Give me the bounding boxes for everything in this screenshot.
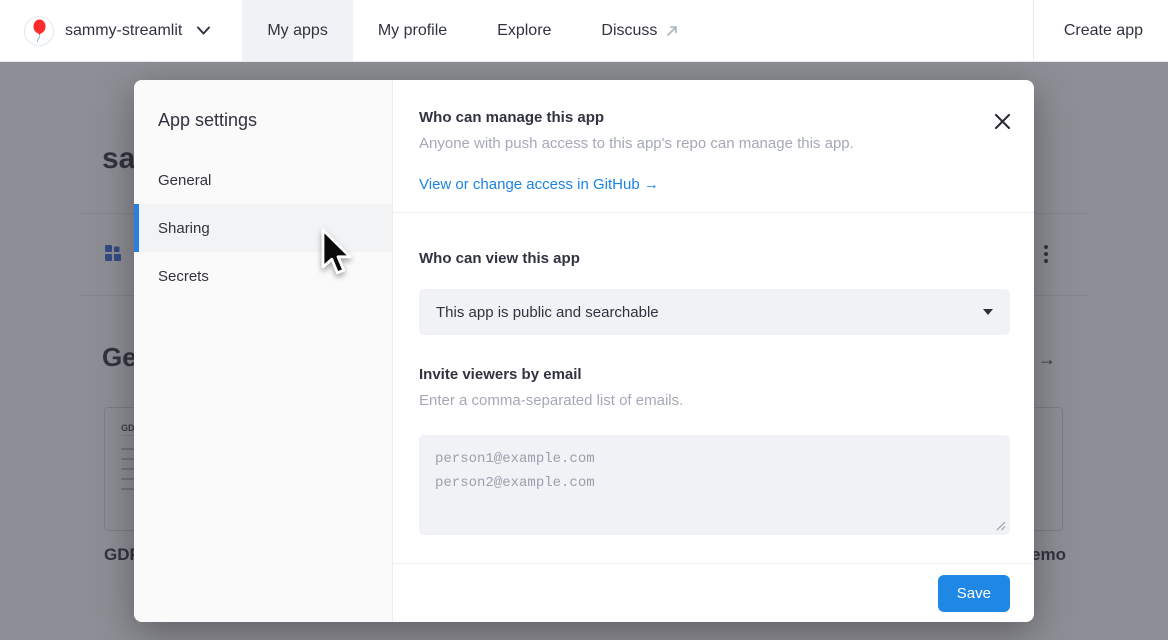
close-icon[interactable] xyxy=(991,110,1013,132)
textarea-placeholder-line: person2@example.com xyxy=(435,471,994,495)
resize-grip-icon[interactable] xyxy=(996,521,1006,531)
modal-footer: Save xyxy=(393,563,1034,622)
settings-nav-label: Secrets xyxy=(158,268,209,285)
caret-down-icon xyxy=(983,309,993,315)
nav-tab-my-apps[interactable]: My apps xyxy=(242,0,352,61)
nav-tab-my-profile[interactable]: My profile xyxy=(353,0,472,61)
settings-nav-label: General xyxy=(158,172,211,189)
manage-access-section: Who can manage this app Anyone with push… xyxy=(393,80,1034,213)
mouse-cursor xyxy=(320,228,354,278)
invite-heading: Invite viewers by email xyxy=(419,366,1010,383)
workspace-selector[interactable]: sammy-streamlit xyxy=(0,0,210,61)
app-settings-sidebar: App settings General Sharing Secrets xyxy=(134,80,393,622)
save-button[interactable]: Save xyxy=(938,575,1010,612)
sharing-settings-panel: Who can manage this app Anyone with push… xyxy=(393,80,1034,622)
view-heading: Who can view this app xyxy=(419,250,1010,267)
modal-title: App settings xyxy=(134,80,392,131)
workspace-name: sammy-streamlit xyxy=(65,22,182,40)
nav-tabs: My apps My profile Explore Discuss xyxy=(242,0,704,61)
invite-description: Enter a comma-separated list of emails. xyxy=(419,392,1010,409)
manage-description: Anyone with push access to this app's re… xyxy=(419,135,964,152)
visibility-dropdown[interactable]: This app is public and searchable xyxy=(419,289,1010,335)
view-access-section: Who can view this app This app is public… xyxy=(393,213,1034,563)
settings-nav-general[interactable]: General xyxy=(134,156,392,204)
workspace-avatar xyxy=(24,16,54,46)
nav-tab-label: Discuss xyxy=(601,22,657,40)
nav-tab-label: My apps xyxy=(267,22,327,40)
top-navigation-bar: sammy-streamlit My apps My profile Explo… xyxy=(0,0,1168,62)
external-link-icon xyxy=(665,24,679,38)
settings-nav-label: Sharing xyxy=(158,220,210,237)
visibility-dropdown-value: This app is public and searchable xyxy=(436,304,659,321)
invite-emails-textarea[interactable]: person1@example.com person2@example.com xyxy=(419,435,1010,535)
nav-tab-label: My profile xyxy=(378,22,447,40)
nav-tab-explore[interactable]: Explore xyxy=(472,0,576,61)
textarea-placeholder-line: person1@example.com xyxy=(435,447,994,471)
create-app-label: Create app xyxy=(1064,22,1143,40)
balloon-icon xyxy=(31,19,48,43)
nav-tab-discuss[interactable]: Discuss xyxy=(576,0,704,61)
manage-heading: Who can manage this app xyxy=(419,109,964,126)
create-app-button[interactable]: Create app xyxy=(1033,0,1168,61)
github-access-link[interactable]: View or change access in GitHub → xyxy=(419,176,659,193)
chevron-down-icon[interactable] xyxy=(197,26,210,35)
app-settings-modal: App settings General Sharing Secrets Who… xyxy=(134,80,1034,622)
nav-tab-label: Explore xyxy=(497,22,551,40)
